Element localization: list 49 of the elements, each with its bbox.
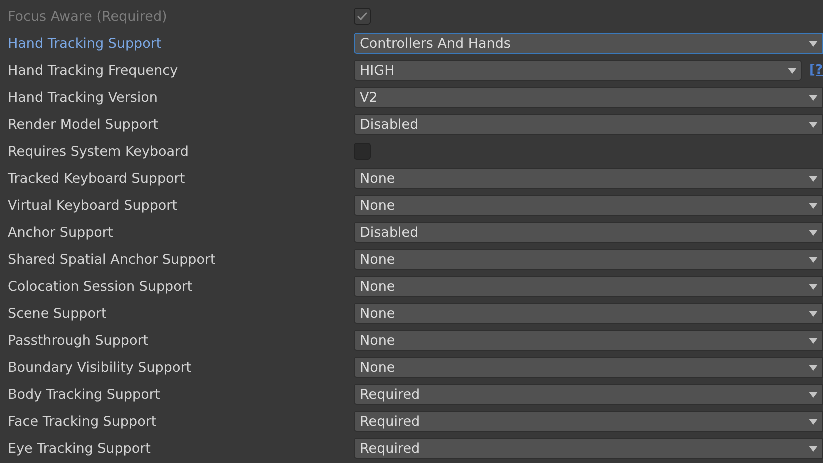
dropdown[interactable]: Required	[354, 411, 823, 432]
setting-label: Shared Spatial Anchor Support	[7, 252, 217, 268]
dropdown[interactable]: None	[354, 303, 823, 324]
dropdown[interactable]: Disabled	[354, 222, 823, 243]
setting-label: Hand Tracking Version	[7, 90, 159, 106]
setting-label: Requires System Keyboard	[7, 144, 190, 160]
dropdown[interactable]: None	[354, 168, 823, 189]
setting-label: Anchor Support	[7, 224, 114, 240]
caret-icon	[809, 310, 818, 316]
setting-label: Hand Tracking Frequency	[7, 62, 180, 78]
dropdown[interactable]: Disabled	[354, 114, 823, 135]
setting-label: Tracked Keyboard Support	[7, 170, 186, 186]
caret-icon	[809, 364, 818, 370]
dropdown[interactable]: None	[354, 249, 823, 270]
checkmark-icon	[357, 12, 368, 21]
setting-label: Body Tracking Support	[7, 386, 162, 402]
setting-label: Focus Aware (Required)	[7, 8, 168, 24]
caret-icon	[809, 418, 818, 424]
dropdown[interactable]: None	[354, 276, 823, 297]
setting-label: Hand Tracking Support	[7, 36, 163, 52]
help-link[interactable]: [?	[810, 63, 823, 78]
setting-label: Scene Support	[7, 306, 108, 322]
caret-icon	[809, 256, 818, 262]
dropdown[interactable]: Required	[354, 384, 823, 405]
setting-label: Passthrough Support	[7, 332, 150, 348]
caret-icon	[809, 122, 818, 128]
setting-label: Virtual Keyboard Support	[7, 198, 179, 214]
dropdown[interactable]: V2	[354, 87, 823, 108]
caret-icon	[809, 284, 818, 290]
caret-icon	[809, 94, 818, 100]
caret-icon	[809, 446, 818, 452]
setting-label: Colocation Session Support	[7, 278, 194, 294]
caret-icon	[809, 202, 818, 208]
caret-icon	[809, 230, 818, 236]
caret-icon	[809, 338, 818, 344]
dropdown[interactable]: HIGH	[354, 60, 802, 81]
setting-label: Boundary Visibility Support	[7, 360, 193, 376]
caret-icon	[809, 392, 818, 398]
dropdown[interactable]: None	[354, 357, 823, 378]
dropdown[interactable]: Required	[354, 438, 823, 459]
caret-icon	[788, 68, 797, 74]
caret-icon	[809, 176, 818, 182]
caret-icon	[809, 40, 818, 46]
setting-label: Render Model Support	[7, 116, 160, 132]
setting-label: Eye Tracking Support	[7, 440, 152, 456]
setting-label: Face Tracking Support	[7, 414, 158, 430]
dropdown[interactable]: None	[354, 195, 823, 216]
dropdown[interactable]: Controllers And Hands	[354, 33, 823, 54]
dropdown[interactable]: None	[354, 330, 823, 351]
